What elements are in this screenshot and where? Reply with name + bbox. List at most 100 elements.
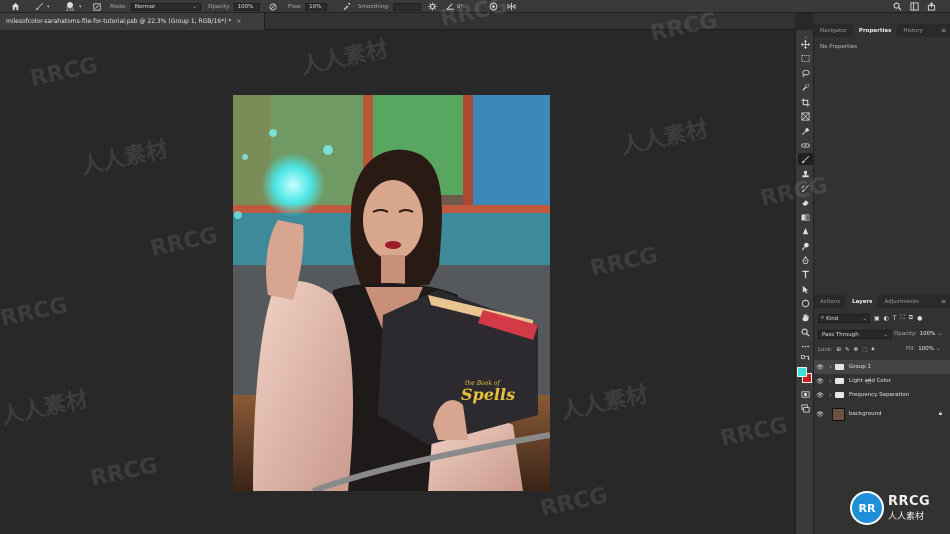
tab-actions[interactable]: Actions: [814, 295, 846, 308]
chevron-right-icon[interactable]: ›: [826, 378, 835, 385]
flow-control: Flow: 10%: [288, 0, 328, 13]
healing-brush-tool-icon[interactable]: [798, 139, 813, 151]
symmetry-icon[interactable]: [505, 0, 517, 13]
lasso-tool-icon[interactable]: [798, 67, 813, 79]
lock-all-icon[interactable]: 🔒︎: [871, 346, 874, 353]
tab-properties[interactable]: Properties: [852, 24, 898, 37]
search-icon[interactable]: [891, 0, 903, 13]
pen-tool-icon[interactable]: [798, 254, 813, 266]
eye-icon[interactable]: 👁︎: [814, 378, 826, 385]
chevron-down-icon: ⌄: [192, 3, 197, 10]
eye-icon[interactable]: 👁︎: [814, 364, 826, 371]
filter-toggle-icon[interactable]: ●: [917, 315, 922, 322]
clone-stamp-tool-icon[interactable]: [798, 168, 813, 180]
shape-tool-icon[interactable]: [798, 297, 813, 309]
layer-row-group-1[interactable]: 👁︎ › Group 1: [814, 360, 950, 374]
filter-type-icon[interactable]: T: [893, 315, 897, 322]
layer-row-background[interactable]: 👁︎ background 🔒︎: [814, 405, 950, 423]
pressure-opacity-icon[interactable]: [268, 0, 278, 13]
document-image[interactable]: the Book of Spells: [233, 95, 550, 491]
canvas-area[interactable]: the Book of Spells: [0, 30, 795, 534]
history-brush-tool-icon[interactable]: [798, 182, 813, 194]
layers-panel-menu-icon[interactable]: ≡: [941, 298, 946, 305]
type-tool-icon[interactable]: [798, 268, 813, 280]
layer-filter-select[interactable]: ⌕ Kind ⌄: [818, 314, 870, 323]
filter-adjustment-icon[interactable]: ◐: [884, 315, 889, 322]
layer-name: Frequency Separation: [849, 392, 910, 398]
pressure-size-icon[interactable]: [487, 0, 499, 13]
screen-mode-icon[interactable]: [798, 402, 813, 414]
brush-preset-dropdown-icon[interactable]: ▾: [79, 0, 85, 13]
mode-select[interactable]: Normal ⌄: [130, 2, 201, 11]
filter-smart-object-icon[interactable]: ⧉: [909, 314, 913, 322]
panel-menu-icon[interactable]: ≡: [941, 27, 946, 34]
filter-kind-value: Kind: [826, 315, 839, 322]
opacity-input[interactable]: 100%: [233, 2, 260, 11]
workspace-icon[interactable]: [908, 0, 920, 13]
path-selection-tool-icon[interactable]: [798, 283, 813, 295]
marquee-tool-icon[interactable]: [798, 52, 813, 64]
airbrush-icon[interactable]: [340, 0, 352, 13]
layer-opacity-value[interactable]: 100%: [920, 331, 936, 337]
brush-icon[interactable]: [33, 0, 45, 13]
tab-layers[interactable]: Layers: [846, 295, 879, 308]
fill-label: Fill:: [906, 346, 916, 352]
brush-preset-picker[interactable]: 250: [63, 0, 77, 13]
zoom-tool-icon[interactable]: [798, 326, 813, 338]
lock-position-icon[interactable]: ✥: [854, 347, 859, 353]
swap-colors-icon[interactable]: [798, 353, 813, 365]
more-tools-icon[interactable]: [798, 340, 813, 352]
eye-icon[interactable]: 👁︎: [814, 411, 826, 418]
dodge-tool-icon[interactable]: [798, 240, 813, 252]
fill-value[interactable]: 100%: [918, 346, 934, 352]
lock-transparent-icon[interactable]: ⊞: [836, 347, 841, 353]
foreground-color-swatch[interactable]: [797, 367, 807, 377]
flow-label: Flow:: [288, 3, 303, 10]
eye-icon[interactable]: 👁︎: [814, 392, 826, 399]
layer-row-light-and-color[interactable]: 👁︎ › Light and Color: [814, 374, 950, 388]
blend-mode-select[interactable]: Pass Through ⌄: [818, 330, 892, 339]
logo-line-2: 人人素材: [888, 512, 925, 522]
close-icon[interactable]: ×: [236, 18, 241, 25]
filter-pixel-icon[interactable]: ▣: [874, 315, 880, 322]
chevron-down-icon[interactable]: ⌄: [937, 331, 942, 337]
quick-selection-tool-icon[interactable]: [798, 81, 813, 93]
move-tool-icon[interactable]: [798, 38, 813, 50]
layer-opacity-label: Opacity:: [894, 331, 917, 337]
crop-tool-icon[interactable]: [798, 96, 813, 108]
quick-mask-icon[interactable]: [798, 388, 813, 400]
document-tab[interactable]: milesofcolor-sarahatoms-file-for-tutoria…: [0, 13, 265, 30]
flow-input[interactable]: 10%: [305, 2, 328, 11]
angle-icon[interactable]: [445, 0, 455, 13]
photo-artwork: the Book of Spells: [233, 95, 550, 491]
brush-dropdown-icon[interactable]: ▾: [47, 0, 53, 13]
lock-artboard-icon[interactable]: ⬚: [862, 347, 867, 353]
document-tab-bar: milesofcolor-sarahatoms-file-for-tutoria…: [0, 13, 795, 30]
frame-tool-icon[interactable]: [798, 110, 813, 122]
brush-tool-icon[interactable]: [798, 153, 813, 165]
layer-name: background: [849, 411, 882, 417]
tab-navigator[interactable]: Navigator: [814, 24, 853, 37]
mouse-cursor: ☝: [866, 377, 872, 387]
home-icon[interactable]: [9, 0, 21, 13]
chevron-right-icon[interactable]: ›: [826, 392, 835, 399]
chevron-right-icon[interactable]: ›: [826, 364, 835, 371]
gradient-tool-icon[interactable]: [798, 211, 813, 223]
eyedropper-tool-icon[interactable]: [798, 125, 813, 137]
brush-settings-icon[interactable]: [92, 0, 102, 13]
share-icon[interactable]: [925, 0, 937, 13]
eraser-tool-icon[interactable]: [798, 196, 813, 208]
blend-mode-value: Pass Through: [822, 331, 859, 338]
smoothing-label: Smoothing:: [358, 3, 390, 10]
lock-image-icon[interactable]: ✎: [845, 347, 850, 353]
hand-tool-icon[interactable]: [798, 311, 813, 323]
angle-control[interactable]: 0°: [457, 0, 463, 13]
chevron-down-icon[interactable]: ⌄: [936, 346, 941, 352]
smoothing-settings-icon[interactable]: [426, 0, 438, 13]
layer-row-frequency-separation[interactable]: 👁︎ › Frequency Separation: [814, 388, 950, 402]
tab-history[interactable]: History: [897, 24, 929, 37]
tab-adjustments[interactable]: Adjustments: [878, 295, 924, 308]
smoothing-input[interactable]: [392, 2, 421, 11]
blur-tool-icon[interactable]: [798, 225, 813, 237]
filter-shape-icon[interactable]: ⛶: [901, 314, 905, 322]
